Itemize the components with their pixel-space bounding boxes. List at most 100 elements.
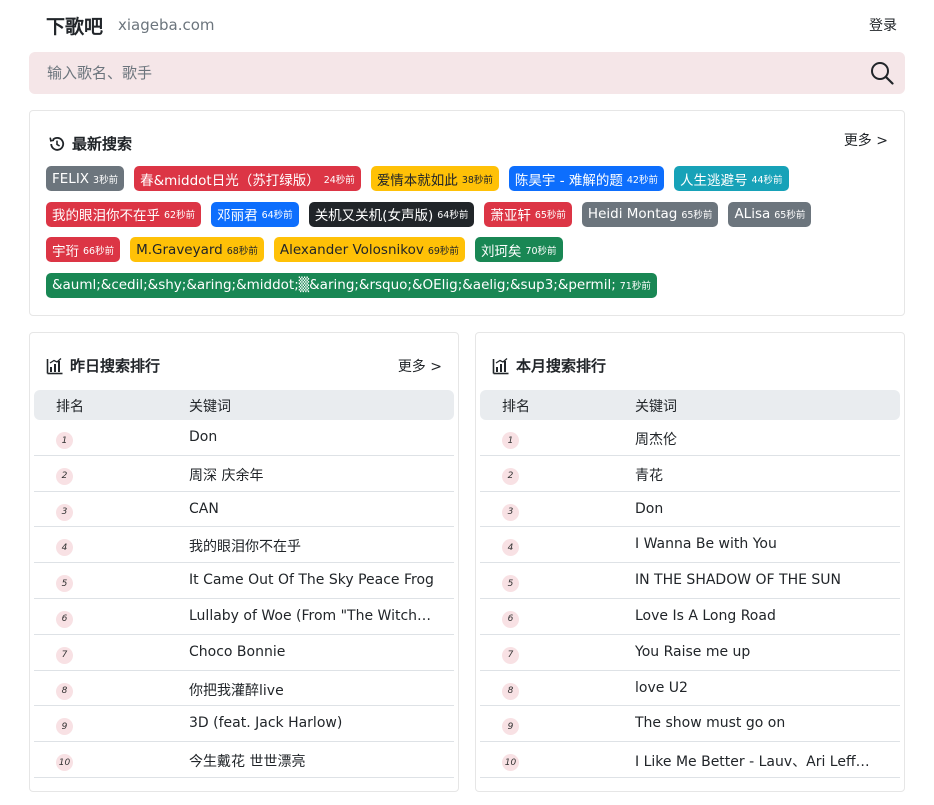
tag-label: &auml;&cedil;&shy;&aring;&middot;▒&aring… xyxy=(52,277,616,293)
recent-search-tag[interactable]: M.Graveyard 68秒前 xyxy=(130,237,264,262)
yesterday-table-header: 排名 关键词 xyxy=(34,390,454,420)
recent-more-link[interactable]: 更多 > xyxy=(844,130,888,150)
recent-search-tag[interactable]: 我的眼泪你不在乎 62秒前 xyxy=(46,201,202,227)
rank-keyword-link[interactable]: CAN xyxy=(189,501,434,517)
recent-search-tag[interactable]: 刘珂矣 70秒前 xyxy=(474,237,563,262)
tag-time-ago: 62秒前 xyxy=(164,210,196,221)
rank-keyword-link[interactable]: Love Is A Long Road xyxy=(635,608,880,624)
search-input[interactable] xyxy=(47,52,847,94)
table-row[interactable]: 3 Don xyxy=(480,492,900,528)
rank-number-badge: 3 xyxy=(56,503,73,521)
top-navbar: 下歌吧 xiageba.com 登录 xyxy=(0,0,934,48)
recent-search-tag[interactable]: 关机又关机(女声版) 64秒前 xyxy=(308,201,475,227)
rank-number-badge: 10 xyxy=(502,754,519,772)
table-row[interactable]: 2 青花 xyxy=(480,456,900,492)
tag-time-ago: 44秒前 xyxy=(751,174,783,186)
table-row[interactable]: 8 你把我灌醉live xyxy=(34,671,454,707)
recent-search-tag[interactable]: 春&middot日光（苏打绿版） 24秒前 xyxy=(134,166,361,191)
tag-time-ago: 24秒前 xyxy=(323,174,355,186)
rank-keyword-link[interactable]: You Raise me up xyxy=(635,644,880,660)
tag-label: 爱情本就如此 xyxy=(376,172,458,189)
recent-search-tag[interactable]: FELIX 3秒前 xyxy=(46,166,125,191)
rank-keyword-link[interactable]: 今生戴花 世世漂亮 xyxy=(189,751,434,771)
login-link[interactable]: 登录 xyxy=(869,15,897,35)
col-keyword-header: 关键词 xyxy=(189,399,231,415)
recent-search-tag[interactable]: Alexander Volosnikov 69秒前 xyxy=(273,237,465,262)
tag-label: Heidi Montag xyxy=(587,206,678,222)
rank-keyword-link[interactable]: Don xyxy=(635,501,880,517)
rank-number-badge: 8 xyxy=(502,682,519,700)
search-bar xyxy=(29,52,905,94)
search-icon[interactable] xyxy=(869,60,895,86)
rank-keyword-link[interactable]: I Like Me Better - Lauv、Ari Leff、... xyxy=(635,751,880,771)
month-table-header: 排名 关键词 xyxy=(480,390,900,420)
tag-label: 人生逃避号 xyxy=(679,172,748,189)
rank-keyword-link[interactable]: IN THE SHADOW OF THE SUN xyxy=(635,572,880,588)
tag-time-ago: 65秒前 xyxy=(534,210,566,221)
bar-chart-icon xyxy=(492,357,509,374)
rank-keyword-link[interactable]: 3D (feat. Jack Harlow) xyxy=(189,715,434,731)
rank-number-badge: 4 xyxy=(502,539,519,557)
table-row[interactable]: 8 love U2 xyxy=(480,671,900,707)
table-row[interactable]: 6 Lullaby of Woe (From "The Witche... xyxy=(34,599,454,635)
rank-number-badge: 6 xyxy=(502,610,519,628)
tag-time-ago: 70秒前 xyxy=(525,245,557,257)
bar-chart-icon xyxy=(46,357,63,374)
rank-keyword-link[interactable]: Lullaby of Woe (From "The Witche... xyxy=(189,608,434,624)
recent-search-tag[interactable]: Heidi Montag 65秒前 xyxy=(581,201,719,227)
rank-keyword-link[interactable]: 周深 庆余年 xyxy=(189,465,434,485)
table-row[interactable]: 10 I Like Me Better - Lauv、Ari Leff、... xyxy=(480,742,900,778)
recent-search-tag[interactable]: 宇珩 66秒前 xyxy=(46,237,121,262)
rank-number-badge: 5 xyxy=(502,575,519,593)
table-row[interactable]: 7 You Raise me up xyxy=(480,635,900,671)
tag-label: 我的眼泪你不在乎 xyxy=(52,208,160,224)
rank-keyword-link[interactable]: I Wanna Be with You xyxy=(635,536,880,552)
rank-keyword-link[interactable]: The show must go on xyxy=(635,715,880,731)
site-domain: xiageba.com xyxy=(118,16,215,34)
yesterday-ranking-title: 昨日搜索排行 xyxy=(46,355,160,376)
table-row[interactable]: 5 IN THE SHADOW OF THE SUN xyxy=(480,563,900,599)
recent-tags: FELIX 3秒前 春&middot日光（苏打绿版） 24秒前 爱情本就如此 38秒前 陈昊… xyxy=(46,166,896,308)
rank-number-badge: 1 xyxy=(56,432,73,449)
rank-keyword-link[interactable]: love U2 xyxy=(635,680,880,696)
table-row[interactable]: 9 3D (feat. Jack Harlow) xyxy=(34,706,454,743)
tag-time-ago: 64秒前 xyxy=(261,210,293,221)
yesterday-more-link[interactable]: 更多 > xyxy=(398,356,442,376)
recent-search-tag[interactable]: 陈昊宇 - 难解的题 42秒前 xyxy=(508,166,664,191)
table-row[interactable]: 4 我的眼泪你不在乎 xyxy=(34,527,454,564)
rank-keyword-link[interactable]: Choco Bonnie xyxy=(189,644,434,660)
yesterday-ranking-label: 昨日搜索排行 xyxy=(70,357,161,375)
recent-tag-row: 我的眼泪你不在乎 62秒前 邓丽君 64秒前 关机又关机(女声版) 64秒前 萧亚轩 65秒前… xyxy=(46,201,896,227)
rank-keyword-link[interactable]: Don xyxy=(189,429,434,445)
table-row[interactable]: 6 Love Is A Long Road xyxy=(480,599,900,635)
recent-search-tag[interactable]: &auml;&cedil;&shy;&aring;&middot;▒&aring… xyxy=(46,272,657,298)
rank-number-badge: 10 xyxy=(56,754,73,772)
table-row[interactable]: 7 Choco Bonnie xyxy=(34,635,454,671)
recent-search-tag[interactable]: 萧亚轩 65秒前 xyxy=(484,201,572,227)
rank-number-badge: 9 xyxy=(502,718,519,736)
rank-keyword-link[interactable]: 周杰伦 xyxy=(635,429,880,449)
recent-search-tag[interactable]: 人生逃避号 44秒前 xyxy=(673,166,789,191)
recent-search-tag[interactable]: 邓丽君 64秒前 xyxy=(211,201,299,227)
rank-keyword-link[interactable]: 青花 xyxy=(635,465,880,485)
table-row[interactable]: 2 周深 庆余年 xyxy=(34,456,454,492)
recent-search-tag[interactable]: 爱情本就如此 38秒前 xyxy=(370,166,499,191)
rank-number-badge: 2 xyxy=(56,467,73,485)
rank-number-badge: 8 xyxy=(56,682,73,700)
recent-search-tag[interactable]: ALisa 65秒前 xyxy=(728,201,812,227)
rank-keyword-link[interactable]: 我的眼泪你不在乎 xyxy=(189,536,434,556)
table-row[interactable]: 1 Don xyxy=(34,420,454,456)
table-row[interactable]: 3 CAN xyxy=(34,492,454,528)
rank-keyword-link[interactable]: 你把我灌醉live xyxy=(189,680,434,700)
table-row[interactable]: 10 今生戴花 世世漂亮 xyxy=(34,742,454,778)
table-row[interactable]: 5 It Came Out Of The Sky Peace Frog xyxy=(34,563,454,599)
table-row[interactable]: 9 The show must go on xyxy=(480,706,900,743)
rank-keyword-link[interactable]: It Came Out Of The Sky Peace Frog xyxy=(189,572,434,588)
rank-number-badge: 5 xyxy=(56,575,73,593)
tag-label: 刘珂矣 xyxy=(480,243,522,260)
site-brand[interactable]: 下歌吧 xyxy=(46,12,103,39)
recent-searches-title: 最新搜索 xyxy=(48,133,132,154)
table-row[interactable]: 4 I Wanna Be with You xyxy=(480,527,900,564)
tag-label: 关机又关机(女声版) xyxy=(314,208,434,224)
table-row[interactable]: 1 周杰伦 xyxy=(480,420,900,456)
